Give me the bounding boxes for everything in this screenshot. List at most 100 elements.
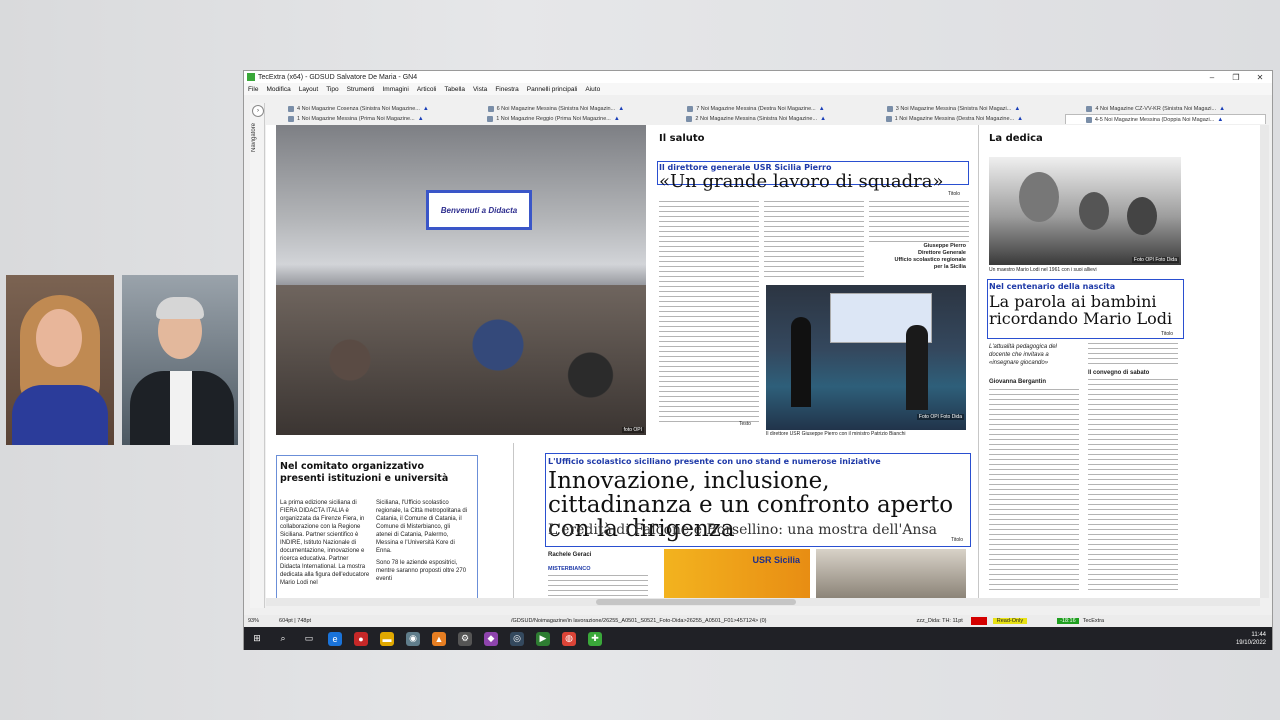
maximize-button[interactable]: ❐ xyxy=(1224,73,1248,82)
search-icon[interactable]: ⌕ xyxy=(276,632,290,646)
menu-file[interactable]: File xyxy=(248,86,258,93)
warning-icon: ▲ xyxy=(1014,106,1021,112)
counter-badge: -18:16 xyxy=(1057,618,1079,624)
camera-icon[interactable]: ◉ xyxy=(406,631,420,646)
dedica-body-col1 xyxy=(989,389,1079,594)
menu-tabella[interactable]: Tabella xyxy=(444,86,465,93)
task-view-icon[interactable]: ▭ xyxy=(302,632,316,646)
zoom-level[interactable]: 93% xyxy=(248,618,259,624)
comitato-heading: Nel comitato organizzativo presenti isti… xyxy=(280,461,449,484)
menu-strumenti[interactable]: Strumenti xyxy=(347,86,375,93)
start-icon[interactable]: ⊞ xyxy=(250,632,264,646)
document-tab-active[interactable]: 4-5 Noi Magazine Messina (Doppia Noi Mag… xyxy=(1064,114,1267,124)
saluto-headline: «Un grande lavoro di squadra» xyxy=(659,171,944,192)
cursor-coords: 604pt | 748pt xyxy=(279,618,312,624)
menu-bar: File Modifica Layout Tipo Strumenti Imma… xyxy=(244,83,1272,95)
system-clock[interactable]: 11:44 19/10/2022 xyxy=(1236,631,1272,647)
edge-icon[interactable]: e xyxy=(328,631,342,646)
page-icon xyxy=(885,116,892,122)
dedica-body-col2b xyxy=(1088,379,1178,594)
page-canvas[interactable]: Benvenuti a Didacta foto OPI Il saluto I… xyxy=(266,125,1260,598)
photo-usr-stand[interactable]: USR Sicilia xyxy=(664,549,810,598)
minimize-button[interactable]: – xyxy=(1200,73,1224,82)
innovazione-dateline: MISTERBIANCO xyxy=(548,566,591,572)
document-path: /GDSUD/Noimagazine/in lavorazione/26255_… xyxy=(511,618,767,624)
photo-mario-lodi[interactable]: Foto OPI Foto Dida xyxy=(989,157,1181,265)
innovazione-kicker: L'Ufficio scolastico siciliano presente … xyxy=(548,457,881,466)
tecextra-icon[interactable]: ✚ xyxy=(588,631,602,646)
warning-icon: ▲ xyxy=(1217,116,1224,123)
app-name: TecExtra xyxy=(1082,618,1105,624)
page-icon xyxy=(487,116,494,122)
terminal-icon[interactable]: ▶ xyxy=(536,631,550,646)
innovazione-body xyxy=(548,575,648,598)
page-icon xyxy=(288,116,294,122)
app-red-icon[interactable]: ● xyxy=(354,631,368,646)
testo-tag: Testo xyxy=(739,421,751,427)
document-tab[interactable]: 4 Noi Magazine CZ-VV-KR (Sinistra Noi Ma… xyxy=(1066,104,1266,114)
alert-indicator xyxy=(970,617,987,625)
signature-block: Giuseppe Pierro Direttore Generale Uffic… xyxy=(894,243,966,270)
photo-credit: Foto OPI Foto Dida xyxy=(1131,257,1179,263)
titolo-tag: Titolo xyxy=(948,191,961,197)
text-style: zzz_Dida: TH: 11pt xyxy=(916,618,963,624)
menu-immagini[interactable]: Immagini xyxy=(382,86,408,93)
innovazione-subhead: L'eredità di Falcone e Borsellino: una m… xyxy=(548,522,937,538)
document-tab[interactable]: 7 Noi Magazine Messina (Destra Noi Magaz… xyxy=(667,104,867,114)
vlc-icon[interactable]: ▲ xyxy=(432,631,446,646)
menu-aiuto[interactable]: Aiuto xyxy=(585,86,600,93)
menu-vista[interactable]: Vista xyxy=(473,86,487,93)
document-tab[interactable]: 1 Noi Magazine Messina (Destra Noi Magaz… xyxy=(866,114,1065,124)
horizontal-scrollbar[interactable] xyxy=(266,598,1260,606)
warning-icon: ▲ xyxy=(613,116,620,122)
photo-pierro-bianchi[interactable]: Foto OPI Foto Dida xyxy=(766,285,966,430)
app-dark-icon[interactable]: ◎ xyxy=(510,631,524,646)
menu-pannelli[interactable]: Pannelli principali xyxy=(527,86,578,93)
document-tabs-row-1: 4 Noi Magazine Cosenza (Sinistra Noi Mag… xyxy=(268,104,1266,114)
menu-tipo[interactable]: Tipo xyxy=(326,86,338,93)
column-divider xyxy=(978,125,979,598)
menu-modifica[interactable]: Modifica xyxy=(266,86,290,93)
document-tab[interactable]: 6 Noi Magazine Messina (Sinistra Noi Mag… xyxy=(468,104,668,114)
didacta-banner: Benvenuti a Didacta xyxy=(426,190,532,230)
menu-articoli[interactable]: Articoli xyxy=(417,86,437,93)
dedica-subsection: Il convegno di sabato xyxy=(1088,370,1150,376)
document-tab[interactable]: 3 Noi Magazine Messina (Sinistra Noi Mag… xyxy=(867,104,1067,114)
navigator-label: Navigatore xyxy=(251,123,257,153)
page-icon xyxy=(886,106,893,112)
document-tabs-row-2: 1 Noi Magazine Messina (Prima Noi Magazi… xyxy=(268,114,1267,124)
warning-icon: ▲ xyxy=(1017,116,1024,122)
document-tab[interactable]: 2 Noi Magazine Messina (Sinistra Noi Mag… xyxy=(666,114,865,124)
page-icon xyxy=(487,106,494,112)
chrome-icon[interactable]: ◍ xyxy=(562,631,576,646)
webcam-host-left xyxy=(6,275,114,445)
menu-finestra[interactable]: Finestra xyxy=(495,86,518,93)
titolo-tag: Titolo xyxy=(1161,331,1174,337)
photo-fair-stand[interactable] xyxy=(816,549,966,598)
document-tab[interactable]: 4 Noi Magazine Cosenza (Sinistra Noi Mag… xyxy=(268,104,468,114)
readonly-badge: Read-Only xyxy=(992,618,1028,624)
window-title: TecExtra (x64) - GDSUD Salvatore De Mari… xyxy=(258,73,418,81)
scroll-thumb[interactable] xyxy=(596,599,796,605)
settings-icon[interactable]: ⚙ xyxy=(458,631,472,646)
navigator-toggle-button[interactable]: › xyxy=(252,105,264,117)
warning-icon: ▲ xyxy=(422,106,429,112)
crowd-image xyxy=(276,285,646,435)
warning-icon: ▲ xyxy=(417,116,424,122)
document-tab[interactable]: 1 Noi Magazine Reggio (Prima Noi Magazin… xyxy=(467,114,666,124)
close-button[interactable]: ✕ xyxy=(1248,73,1272,82)
navigator-panel[interactable]: › Navigatore xyxy=(250,103,265,608)
dedica-subhead: L'attualità pedagogica del docente che i… xyxy=(989,344,1057,366)
status-bar: 93% 604pt | 748pt /GDSUD/Noimagazine/in … xyxy=(244,615,1272,627)
comitato-body-col2: Siciliana, l'Ufficio scolastico regional… xyxy=(376,500,468,582)
document-tab[interactable]: 1 Noi Magazine Messina (Prima Noi Magazi… xyxy=(268,114,467,124)
menu-layout[interactable]: Layout xyxy=(299,86,319,93)
main-photo[interactable]: Benvenuti a Didacta foto OPI xyxy=(276,125,646,435)
folder-icon[interactable]: ▬ xyxy=(380,631,394,646)
saluto-body-col2 xyxy=(764,201,864,281)
app-purple-icon[interactable]: ◆ xyxy=(484,631,498,646)
vertical-scrollbar[interactable] xyxy=(1260,125,1269,598)
titolo-tag: Titolo xyxy=(951,537,964,543)
app-icon xyxy=(247,73,255,81)
saluto-body-col1 xyxy=(659,201,759,425)
